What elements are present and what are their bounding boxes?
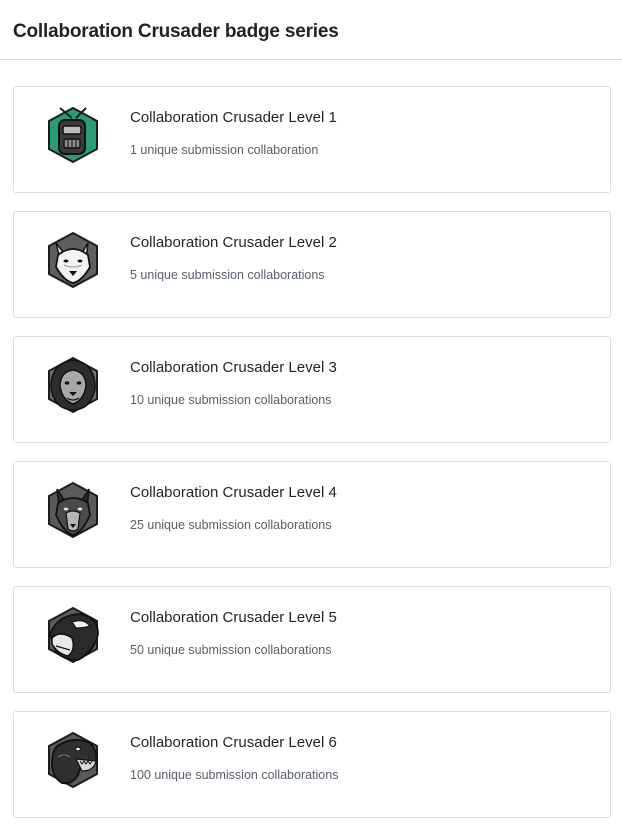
badge-card-level-4[interactable]: Collaboration Crusader Level 4 25 unique… <box>13 461 611 568</box>
badge-card-level-2[interactable]: Collaboration Crusader Level 2 5 unique … <box>13 211 611 318</box>
badge-card-level-5[interactable]: Collaboration Crusader Level 5 50 unique… <box>13 586 611 693</box>
badge-card-level-3[interactable]: Collaboration Crusader Level 3 10 unique… <box>13 336 611 443</box>
badge-description: 1 unique submission collaboration <box>130 143 319 157</box>
badge-title: Collaboration Crusader Level 1 <box>130 109 337 126</box>
lion-badge-icon <box>42 354 104 416</box>
badge-card-level-1[interactable]: Collaboration Crusader Level 1 1 unique … <box>13 86 611 193</box>
dinosaur-badge-icon <box>42 729 104 791</box>
badge-title: Collaboration Crusader Level 6 <box>130 734 337 751</box>
badge-description: 100 unique submission collaborations <box>130 768 339 782</box>
badge-description: 25 unique submission collaborations <box>130 518 332 532</box>
badge-description: 10 unique submission collaborations <box>130 393 332 407</box>
badge-title: Collaboration Crusader Level 3 <box>130 359 337 376</box>
badge-description: 50 unique submission collaborations <box>130 643 332 657</box>
robot-badge-icon <box>42 104 104 166</box>
wolf-head-badge-icon <box>42 479 104 541</box>
badge-title: Collaboration Crusader Level 2 <box>130 234 337 251</box>
badge-title: Collaboration Crusader Level 5 <box>130 609 337 626</box>
badge-description: 5 unique submission collaborations <box>130 268 325 282</box>
badge-title: Collaboration Crusader Level 4 <box>130 484 337 501</box>
badge-card-level-6[interactable]: Collaboration Crusader Level 6 100 uniqu… <box>13 711 611 818</box>
orca-badge-icon <box>42 604 104 666</box>
wolf-badge-icon <box>42 229 104 291</box>
page-title: Collaboration Crusader badge series <box>13 21 339 42</box>
page-header: Collaboration Crusader badge series <box>0 0 622 60</box>
